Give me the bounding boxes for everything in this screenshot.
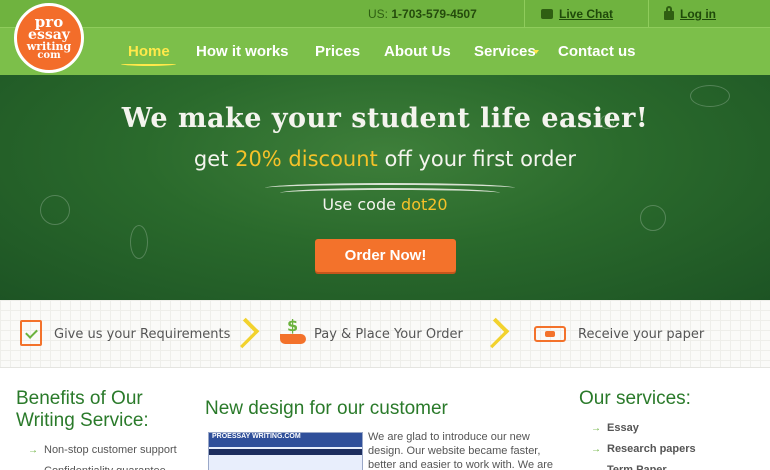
nav-about-us[interactable]: About Us (384, 43, 451, 60)
list-item: Non-stop customer support (28, 440, 177, 461)
chevron-down-icon[interactable] (533, 50, 539, 54)
benefits-list: Non-stop customer support Confidentialit… (28, 440, 177, 470)
services-list: Essay Research papers Term Paper (591, 418, 696, 470)
divider (524, 0, 525, 28)
news-excerpt: We are glad to introduce our new design.… (368, 431, 554, 470)
login-link[interactable]: Log in (664, 6, 716, 21)
list-item[interactable]: Essay (591, 418, 696, 439)
live-chat-label: Live Chat (559, 7, 614, 21)
promo-code: Use code dot20 (0, 195, 770, 214)
site-header: US: 1-703-579-4507 Live Chat Log in pro … (0, 0, 770, 75)
news-heading[interactable]: New design for our customer (205, 398, 448, 420)
handshake-icon (534, 320, 568, 348)
hero-sub-text: get (193, 147, 236, 171)
step-label: Pay & Place Your Order (314, 326, 463, 342)
order-now-button[interactable]: Order Now! (315, 239, 456, 272)
nav-prices[interactable]: Prices (315, 43, 360, 60)
nav-services[interactable]: Services (474, 43, 536, 60)
news-thumbnail[interactable]: PROESSAY WRITING.COM (208, 432, 363, 470)
nav-contact-us[interactable]: Contact us (558, 43, 636, 60)
thumbnail-nav-bar (209, 449, 362, 455)
list-item[interactable]: Research papers (591, 439, 696, 460)
order-steps: Give us your Requirements $ Pay & Place … (0, 300, 770, 368)
live-chat-link[interactable]: Live Chat (541, 7, 613, 21)
divider (648, 0, 649, 28)
phone-number: US: 1-703-579-4507 (368, 7, 477, 21)
chevron-right-icon (490, 316, 502, 346)
chevron-right-icon (240, 316, 252, 346)
phone-value: 1-703-579-4507 (391, 7, 477, 21)
nav-home[interactable]: Home (128, 43, 170, 60)
step-requirements: Give us your Requirements (20, 320, 230, 348)
hero-title: We make your student life easier! (121, 103, 649, 134)
step-label: Receive your paper (578, 326, 705, 342)
step-pay: $ Pay & Place Your Order (280, 316, 463, 348)
site-logo[interactable]: pro essay writing com (14, 3, 84, 73)
nav-active-underline (121, 62, 176, 66)
list-item[interactable]: Term Paper (591, 460, 696, 470)
services-heading: Our services: (579, 388, 691, 409)
money-hand-icon: $ (280, 316, 306, 348)
promo-code-value: dot20 (401, 195, 448, 214)
list-item: Confidentiality guarantee (28, 461, 177, 470)
phone-prefix: US: (368, 7, 389, 21)
decorative-doodle (130, 225, 148, 259)
hero-banner: We make your student life easier! get 20… (0, 75, 770, 300)
hero-subtitle: get 20% discount off your first order (0, 147, 770, 171)
hero-sub-text: off your first order (377, 147, 577, 171)
logo-text: com (37, 50, 61, 62)
chat-icon (541, 9, 553, 19)
promo-code-label: Use code (322, 195, 402, 214)
discount-highlight: 20% discount (235, 147, 378, 171)
step-label: Give us your Requirements (54, 326, 231, 342)
clipboard-icon (20, 320, 44, 348)
benefits-heading: Benefits of Our Writing Service: (16, 388, 149, 431)
thumbnail-logo-text: PROESSAY WRITING.COM (209, 433, 362, 447)
top-bar: US: 1-703-579-4507 Live Chat Log in (0, 0, 770, 28)
login-label: Log in (680, 7, 716, 21)
step-receive: Receive your paper (534, 320, 704, 348)
nav-how-it-works[interactable]: How it works (196, 43, 289, 60)
lock-icon (664, 6, 674, 20)
